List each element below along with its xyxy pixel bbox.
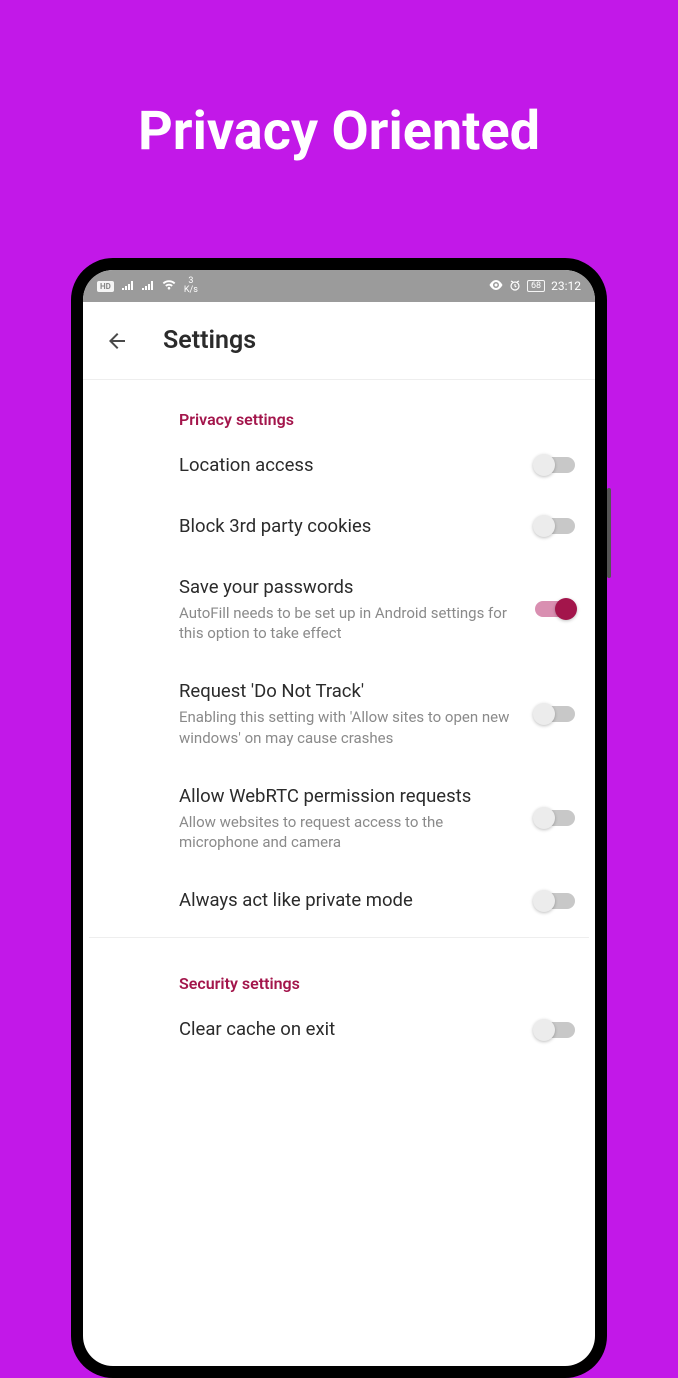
setting-location-access[interactable]: Location access [89,435,589,496]
setting-private-mode[interactable]: Always act like private mode [89,870,589,931]
setting-title: Location access [179,453,523,478]
setting-title: Allow WebRTC permission requests [179,784,523,809]
toggle-clear-cache[interactable] [535,1022,575,1038]
setting-title: Clear cache on exit [179,1017,523,1042]
clock-text: 23:12 [551,279,581,293]
setting-title: Request 'Do Not Track' [179,679,523,704]
battery-icon: 68 [527,280,545,292]
wifi-icon [162,279,176,293]
status-left: HD 3 K/s [97,277,198,295]
hd-icon: HD [97,281,114,292]
hero-title: Privacy Oriented [0,0,678,163]
status-right: 68 23:12 [489,279,581,294]
app-bar: Settings [83,302,595,380]
setting-block-cookies[interactable]: Block 3rd party cookies [89,496,589,557]
speed-unit: K/s [184,286,198,295]
setting-webrtc[interactable]: Allow WebRTC permission requests Allow w… [89,766,589,870]
eye-icon [489,279,503,293]
setting-title: Save your passwords [179,575,523,600]
setting-subtitle: Enabling this setting with 'Allow sites … [179,707,523,748]
section-divider [89,937,589,938]
setting-save-passwords[interactable]: Save your passwords AutoFill needs to be… [89,557,589,661]
section-header-security: Security settings [89,944,589,999]
setting-subtitle: Allow websites to request access to the … [179,812,523,853]
setting-clear-cache[interactable]: Clear cache on exit [89,999,589,1060]
alarm-icon [509,279,521,294]
toggle-block-cookies[interactable] [535,518,575,534]
setting-do-not-track[interactable]: Request 'Do Not Track' Enabling this set… [89,661,589,765]
status-bar: HD 3 K/s [83,270,595,302]
toggle-do-not-track[interactable] [535,706,575,722]
section-header-privacy: Privacy settings [89,380,589,435]
setting-title: Always act like private mode [179,888,523,913]
toggle-webrtc[interactable] [535,810,575,826]
toggle-private-mode[interactable] [535,893,575,909]
back-button[interactable] [99,323,135,359]
arrow-left-icon [105,329,129,353]
toggle-location-access[interactable] [535,457,575,473]
page-title: Settings [163,326,256,355]
signal-icon [142,279,154,293]
network-speed: 3 K/s [184,277,198,295]
phone-frame: HD 3 K/s [71,258,607,1378]
toggle-save-passwords[interactable] [535,601,575,617]
settings-list[interactable]: Privacy settings Location access Block 3… [83,380,595,1366]
setting-title: Block 3rd party cookies [179,514,523,539]
setting-subtitle: AutoFill needs to be set up in Android s… [179,603,523,644]
screen: HD 3 K/s [83,270,595,1366]
signal-icon [122,279,134,293]
phone-side-button [607,488,611,578]
